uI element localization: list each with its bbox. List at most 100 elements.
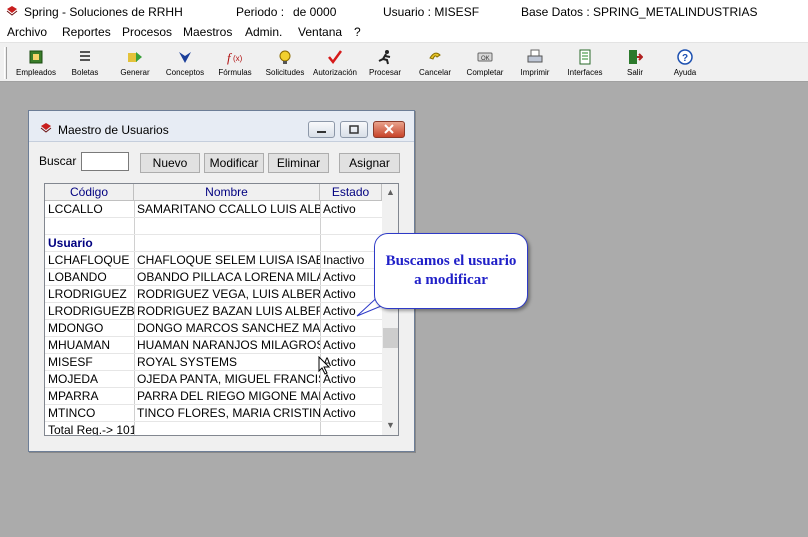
grid-cell-codigo[interactable]: LOBANDO — [45, 269, 134, 286]
toolbar-autorizacion-button[interactable]: Autorización — [308, 47, 362, 81]
close-icon — [384, 124, 394, 134]
toolbar-formulas-button[interactable]: f (x) Fórmulas — [208, 47, 262, 81]
grid-cell-nombre[interactable] — [134, 218, 320, 235]
grid-cell-estado[interactable]: Activo — [320, 201, 382, 218]
grid-cell-codigo[interactable]: MPARRA — [45, 388, 134, 405]
maestro-usuarios-window: Maestro de Usuarios Buscar Nuevo Modific… — [28, 110, 415, 452]
scroll-up-icon[interactable]: ▲ — [386, 187, 395, 197]
toolbar-salir-button[interactable]: Salir — [608, 47, 662, 81]
grid-cell-codigo[interactable]: LRODRIGUEZBA — [45, 303, 134, 320]
toolbar-grip[interactable] — [4, 47, 7, 79]
grid-cell-codigo[interactable]: MHUAMAN — [45, 337, 134, 354]
grid-cell-estado[interactable]: Inactivo — [320, 252, 382, 269]
toolbar-imprimir-button[interactable]: Imprimir — [508, 47, 562, 81]
restore-button[interactable] — [340, 121, 368, 138]
grid-cell-codigo[interactable]: MOJEDA — [45, 371, 134, 388]
search-label: Buscar — [39, 154, 77, 168]
grid-cell-estado[interactable]: Activo — [320, 337, 382, 354]
grid-cell-codigo[interactable]: LCHAFLOQUE — [45, 252, 134, 269]
toolbar-boletas-button[interactable]: Boletas — [58, 47, 112, 81]
grid-cell-codigo[interactable]: Total Reg.-> 101 — [45, 422, 134, 435]
grid-cell-nombre[interactable]: HUAMAN NARANJOS MILAGROS DEL — [134, 337, 320, 354]
grid-cell-nombre[interactable]: OJEDA PANTA, MIGUEL FRANCISCO — [134, 371, 320, 388]
grid-cell-nombre[interactable] — [134, 235, 320, 252]
window-title: Maestro de Usuarios — [58, 123, 169, 137]
menu-procesos[interactable]: Procesos — [122, 25, 172, 39]
toolbar-completar-button[interactable]: OK Completar — [458, 47, 512, 81]
grid-cell-codigo[interactable]: Usuario — [45, 235, 134, 252]
toolbar-interfaces-button[interactable]: Interfaces — [558, 47, 612, 81]
grid-cell-nombre[interactable] — [134, 422, 320, 435]
svg-text:(x): (x) — [233, 54, 243, 63]
callout-line-2: a modificar — [414, 272, 488, 288]
app-titlebar: Spring - Soluciones de RRHH Periodo : de… — [0, 0, 808, 23]
grid-cell-estado[interactable]: Activo — [320, 405, 382, 422]
grid-cell-estado[interactable] — [320, 218, 382, 235]
grid-cell-nombre[interactable]: RODRIGUEZ BAZAN LUIS ALBERTO — [134, 303, 320, 320]
grid-cell-codigo[interactable]: MDONGO — [45, 320, 134, 337]
grid-cell-nombre[interactable]: OBANDO PILLACA LORENA MILAGROS — [134, 269, 320, 286]
toolbar-empleados-button[interactable]: Empleados — [9, 47, 63, 81]
scroll-down-icon[interactable]: ▼ — [386, 420, 395, 430]
concepts-icon — [179, 52, 191, 63]
nuevo-button[interactable]: Nuevo — [140, 153, 200, 173]
database-label: Base Datos : SPRING_METALINDUSTRIAS — [521, 5, 758, 19]
mouse-cursor-icon — [318, 356, 331, 375]
users-grid[interactable]: Código Nombre Estado LCCALLO SAMARITANO C… — [44, 183, 399, 436]
callout-line-1: Buscamos el usuario — [385, 253, 517, 269]
grid-cell-nombre[interactable]: RODRIGUEZ VEGA, LUIS ALBERTO — [134, 286, 320, 303]
printer-icon — [527, 49, 543, 63]
menu-help[interactable]: ? — [354, 25, 361, 39]
svg-text:OK: OK — [481, 56, 490, 62]
toolbar-solicitudes-button[interactable]: Solicitudes — [258, 47, 312, 81]
grid-cell-nombre[interactable]: TINCO FLORES, MARIA CRISTINA — [134, 405, 320, 422]
menu-reportes[interactable]: Reportes — [62, 25, 111, 39]
asignar-button[interactable]: Asignar — [339, 153, 400, 173]
column-header-codigo[interactable]: Código — [45, 184, 134, 201]
runner-icon — [378, 50, 391, 65]
exit-door-icon — [629, 50, 643, 64]
menu-archivo[interactable]: Archivo — [7, 25, 47, 39]
minimize-button[interactable] — [308, 121, 335, 138]
grid-cell-codigo[interactable]: LRODRIGUEZ — [45, 286, 134, 303]
grid-cell-codigo[interactable]: MISESF — [45, 354, 134, 371]
menu-admin[interactable]: Admin. — [245, 25, 282, 39]
eliminar-button[interactable]: Eliminar — [268, 153, 329, 173]
toolbar-generar-button[interactable]: Generar — [108, 47, 162, 81]
svg-text:?: ? — [682, 53, 688, 64]
grid-cell-estado[interactable]: Activo — [320, 269, 382, 286]
payslip-icon — [80, 51, 90, 61]
column-header-nombre[interactable]: Nombre — [134, 184, 320, 201]
window-titlebar[interactable]: Maestro de Usuarios — [29, 111, 414, 142]
toolbar-ayuda-button[interactable]: ? Ayuda — [658, 47, 712, 81]
grid-cell-nombre[interactable]: PARRA DEL RIEGO MIGONE MANUEL — [134, 388, 320, 405]
requests-icon — [279, 50, 291, 64]
book-icon — [40, 123, 52, 133]
grid-cell-nombre[interactable]: ROYAL SYSTEMS — [134, 354, 320, 371]
scroll-thumb[interactable] — [383, 328, 398, 348]
grid-cell-estado[interactable] — [320, 235, 382, 252]
toolbar-procesar-button[interactable]: Procesar — [358, 47, 412, 81]
grid-cell-estado[interactable]: Activo — [320, 320, 382, 337]
grid-cell-codigo[interactable] — [45, 218, 134, 235]
grid-cell-estado[interactable]: Activo — [320, 388, 382, 405]
close-button[interactable] — [373, 121, 405, 138]
grid-cell-nombre[interactable]: CHAFLOQUE SELEM LUISA ISABEL — [134, 252, 320, 269]
grid-cell-codigo[interactable]: MTINCO — [45, 405, 134, 422]
column-header-estado[interactable]: Estado — [320, 184, 382, 201]
toolbar-conceptos-button[interactable]: Conceptos — [158, 47, 212, 81]
period-label: Periodo : — [236, 5, 285, 19]
app-title: Spring - Soluciones de RRHH — [24, 5, 183, 19]
grid-cell-codigo[interactable]: LCCALLO — [45, 201, 134, 218]
employees-icon — [29, 50, 43, 64]
menu-ventana[interactable]: Ventana — [298, 25, 342, 39]
user-label: Usuario : MISESF — [383, 5, 480, 19]
search-input[interactable] — [81, 152, 129, 171]
menu-maestros[interactable]: Maestros — [183, 25, 232, 39]
callout-annotation: Buscamos el usuario a modificar — [374, 233, 528, 309]
modificar-button[interactable]: Modificar — [204, 153, 264, 173]
grid-cell-estado[interactable] — [320, 422, 382, 435]
grid-cell-nombre[interactable]: DONGO MARCOS SANCHEZ MARIO — [134, 320, 320, 337]
toolbar-cancelar-button[interactable]: Cancelar — [408, 47, 462, 81]
grid-cell-nombre[interactable]: SAMARITANO CCALLO LUIS ALBERTO — [134, 201, 320, 218]
